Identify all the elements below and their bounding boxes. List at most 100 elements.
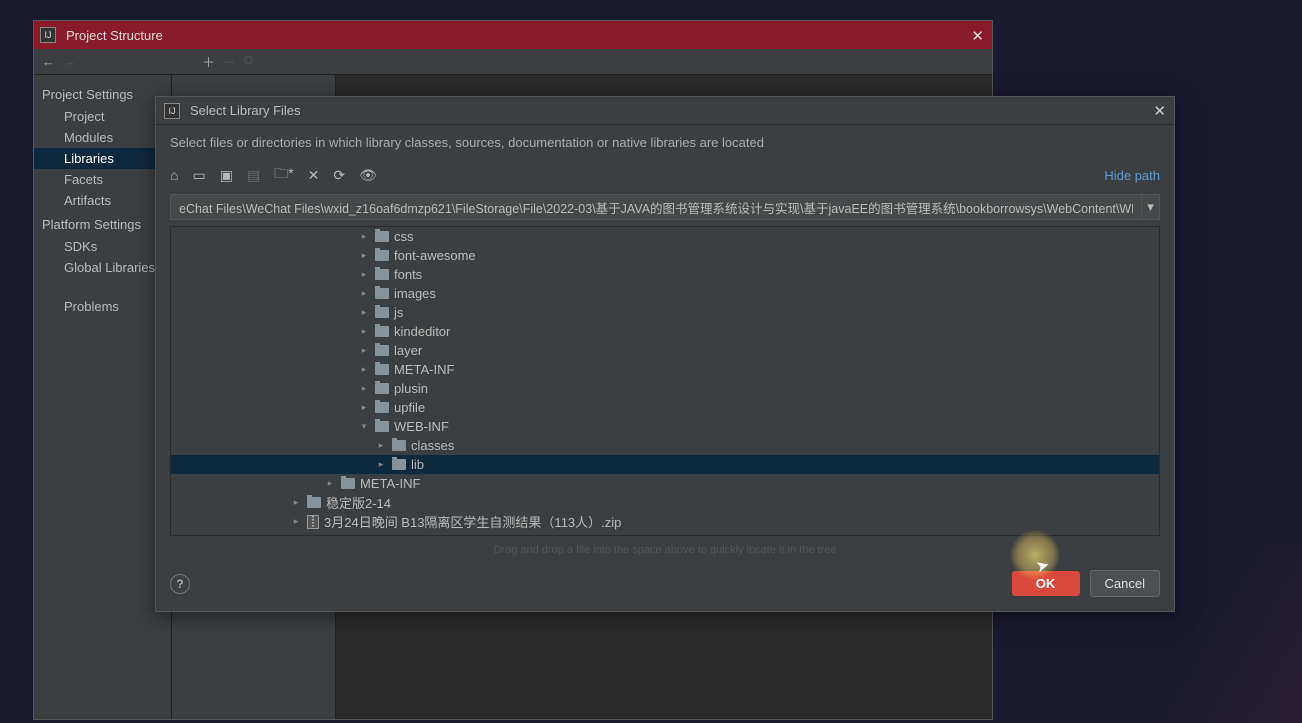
- folder-icon: [307, 497, 321, 508]
- new-folder-icon[interactable]: 🗀*: [274, 163, 293, 187]
- hide-path-link[interactable]: Hide path: [1104, 168, 1160, 183]
- tree-row[interactable]: ▸ css: [171, 227, 1159, 246]
- tree-item-label: fonts: [394, 267, 422, 282]
- library-actions-group: ＋ － ⧉: [202, 52, 253, 71]
- sidebar-item-modules[interactable]: Modules: [34, 127, 171, 148]
- project-settings-heading: Project Settings: [34, 83, 171, 106]
- expander-icon[interactable]: ▸: [358, 345, 370, 356]
- desktop-icon[interactable]: ▭: [192, 167, 205, 184]
- nav-arrows: ← →: [42, 54, 196, 69]
- show-hidden-icon[interactable]: 👁: [359, 167, 377, 184]
- tree-item-label: 稳定版2-14: [326, 493, 391, 512]
- sidebar-item-facets[interactable]: Facets: [34, 169, 171, 190]
- tree-item-label: META-INF: [360, 476, 420, 491]
- folder-icon: [375, 364, 389, 375]
- expander-icon[interactable]: ▸: [358, 326, 370, 337]
- tree-item-label: upfile: [394, 400, 425, 415]
- tree-row[interactable]: ▸layer: [171, 341, 1159, 360]
- tree-item-label: lib: [411, 457, 424, 472]
- folder-icon: [375, 345, 389, 356]
- tree-row[interactable]: ▸ lib: [171, 455, 1159, 474]
- close-icon[interactable]: ✕: [1153, 102, 1166, 120]
- tree-row[interactable]: ▸ classes: [171, 436, 1159, 455]
- sidebar: Project Settings Project Modules Librari…: [34, 75, 172, 719]
- folder-icon: [375, 288, 389, 299]
- drag-hint: Drag and drop a file into the space abov…: [156, 542, 1174, 562]
- ok-button[interactable]: OK: [1012, 571, 1080, 596]
- tree-item-label: font-awesome: [394, 248, 476, 263]
- sidebar-item-project[interactable]: Project: [34, 106, 171, 127]
- add-icon[interactable]: ＋: [202, 52, 215, 71]
- expander-icon[interactable]: ▸: [358, 364, 370, 375]
- project-structure-title: Project Structure: [66, 28, 163, 43]
- folder-icon: [375, 383, 389, 394]
- refresh-icon[interactable]: ⟳: [333, 167, 345, 184]
- sidebar-item-artifacts[interactable]: Artifacts: [34, 190, 171, 211]
- expander-icon[interactable]: ▸: [290, 497, 302, 508]
- expander-icon[interactable]: ▸: [375, 440, 387, 451]
- remove-icon: －: [223, 52, 236, 71]
- select-library-files-title: Select Library Files: [190, 103, 301, 118]
- tree-row[interactable]: ▸images: [171, 284, 1159, 303]
- dialog-hint: Select files or directories in which lib…: [156, 125, 1174, 160]
- expander-icon[interactable]: ▸: [358, 383, 370, 394]
- path-input[interactable]: [170, 194, 1142, 220]
- path-bar: ▾: [170, 194, 1160, 220]
- tree-item-label: META-INF: [394, 362, 454, 377]
- archive-icon: [307, 515, 319, 529]
- tree-row[interactable]: ▸ META-INF: [171, 360, 1159, 379]
- dialog-button-bar: ? OK Cancel: [156, 562, 1174, 611]
- expander-icon[interactable]: ▸: [375, 459, 387, 470]
- tree-item-label: kindeditor: [394, 324, 450, 339]
- tree-row[interactable]: ▸ fonts: [171, 265, 1159, 284]
- delete-icon[interactable]: ✕: [308, 167, 320, 184]
- folder-icon: [375, 250, 389, 261]
- expander-icon[interactable]: ▸: [358, 231, 370, 242]
- project-structure-titlebar[interactable]: IJ Project Structure ✕: [34, 21, 992, 49]
- expander-icon[interactable]: ▾: [358, 421, 370, 432]
- help-button[interactable]: ?: [170, 574, 190, 594]
- tree-row[interactable]: ▸ META-INF: [171, 474, 1159, 493]
- sidebar-item-libraries[interactable]: Libraries: [34, 148, 171, 169]
- tree-item-label: classes: [411, 438, 454, 453]
- folder-icon: [375, 326, 389, 337]
- folder-icon: [375, 307, 389, 318]
- tree-item-label: css: [394, 229, 414, 244]
- path-history-dropdown[interactable]: ▾: [1142, 194, 1160, 220]
- sidebar-item-global-libraries[interactable]: Global Libraries: [34, 257, 171, 278]
- expander-icon[interactable]: ▸: [358, 288, 370, 299]
- folder-icon: [392, 440, 406, 451]
- expander-icon[interactable]: ▸: [358, 250, 370, 261]
- tree-row[interactable]: ▸ 稳定版2-14: [171, 493, 1159, 512]
- tree-row[interactable]: ▸3月24日晚间 B13隔离区学生自测结果（113人）.zip: [171, 512, 1159, 531]
- sidebar-item-sdks[interactable]: SDKs: [34, 236, 171, 257]
- select-library-files-dialog: IJ Select Library Files ✕ Select files o…: [155, 96, 1175, 612]
- expander-icon[interactable]: ▸: [358, 269, 370, 280]
- folder-icon: [375, 421, 389, 432]
- select-library-files-titlebar[interactable]: IJ Select Library Files ✕: [156, 97, 1174, 125]
- folder-icon: [392, 459, 406, 470]
- expander-icon[interactable]: ▸: [358, 402, 370, 413]
- expander-icon[interactable]: ▸: [324, 478, 336, 489]
- tree-item-label: js: [394, 305, 403, 320]
- expander-icon[interactable]: ▸: [358, 307, 370, 318]
- sidebar-item-problems[interactable]: Problems: [34, 296, 171, 317]
- cancel-button[interactable]: Cancel: [1090, 570, 1160, 597]
- tree-row[interactable]: ▸ upfile: [171, 398, 1159, 417]
- project-icon[interactable]: ▣: [220, 167, 233, 184]
- close-icon[interactable]: ✕: [971, 27, 984, 45]
- back-icon[interactable]: ←: [42, 54, 55, 69]
- tree-row[interactable]: ▸ font-awesome: [171, 246, 1159, 265]
- tree-row[interactable]: ▾WEB-INF: [171, 417, 1159, 436]
- tree-row[interactable]: ▸ kindeditor: [171, 322, 1159, 341]
- folder-icon: [341, 478, 355, 489]
- home-icon[interactable]: ⌂: [170, 167, 178, 183]
- tree-row[interactable]: ▸plusin: [171, 379, 1159, 398]
- copy-icon: ⧉: [244, 52, 253, 71]
- expander-icon[interactable]: ▸: [290, 516, 302, 527]
- folder-icon: [375, 231, 389, 242]
- file-tree[interactable]: ▸css▸font-awesome▸fonts▸images▸js▸kinded…: [170, 226, 1160, 536]
- folder-icon: [375, 402, 389, 413]
- file-chooser-toolbar: ⌂ ▭ ▣ ▤ 🗀* ✕ ⟳ 👁 Hide path: [156, 160, 1174, 190]
- tree-row[interactable]: ▸ js: [171, 303, 1159, 322]
